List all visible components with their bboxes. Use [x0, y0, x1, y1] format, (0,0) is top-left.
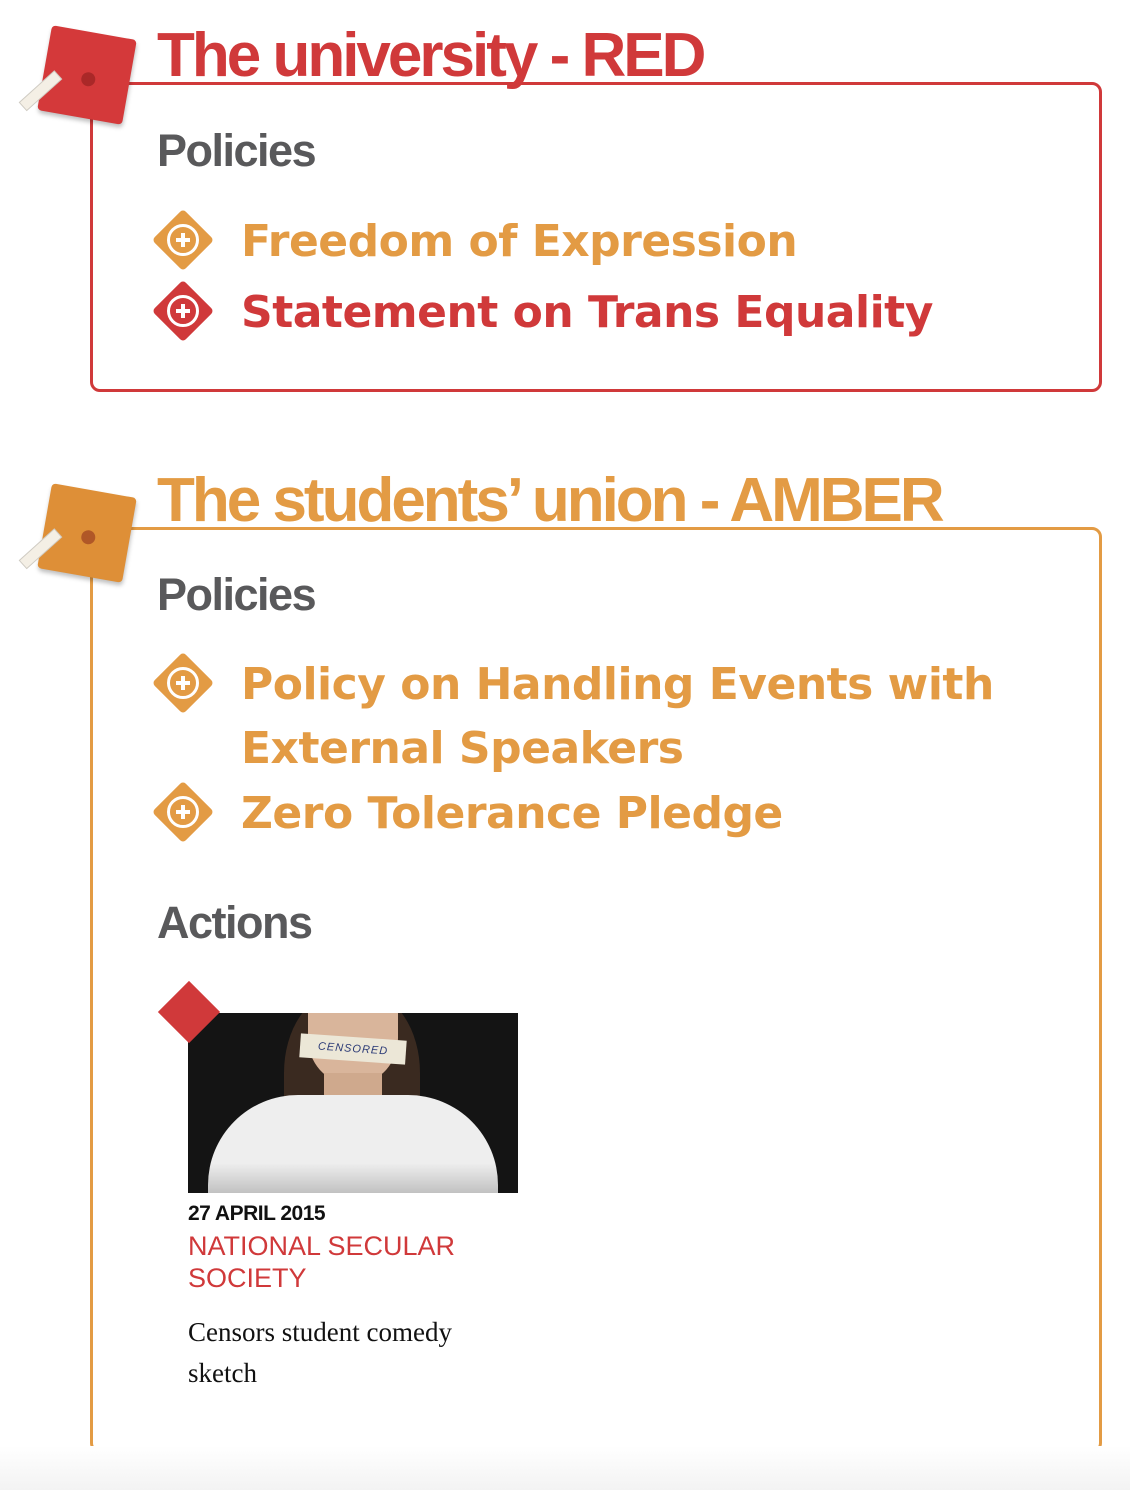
university-title: The university - RED — [157, 21, 706, 90]
graduation-cap-icon — [18, 25, 137, 125]
students-union-title: The students’ union - AMBER — [157, 466, 945, 535]
plus-icon — [167, 295, 199, 327]
plus-icon — [167, 667, 199, 699]
plus-icon — [167, 796, 199, 828]
policy-label: Policy on Handling Events with External … — [241, 659, 994, 774]
university-policies-heading: Policies — [157, 125, 317, 176]
policy-label: Statement on Trans Equality — [241, 287, 933, 338]
policy-label: Freedom of Expression — [241, 216, 798, 267]
action-photo: CENSORED — [188, 1013, 518, 1193]
action-organisation: NATIONAL SECULAR SOCIETY — [188, 1231, 456, 1293]
action-date: 27 APRIL 2015 — [188, 1202, 326, 1225]
students-union-actions-heading: Actions — [157, 897, 313, 948]
graduation-cap-icon — [18, 483, 137, 583]
page-bottom-shade — [0, 1446, 1130, 1490]
students-union-policies-heading: Policies — [157, 569, 317, 620]
university-section: The university - RED Policies Freedom of… — [0, 0, 1130, 400]
plus-icon — [167, 224, 199, 256]
action-description: Censors student comedy sketch — [188, 1317, 452, 1388]
policy-label: Zero Tolerance Pledge — [241, 788, 783, 839]
action-card[interactable]: CENSORED 27 APRIL 2015 NATIONAL SECULAR … — [157, 980, 537, 1400]
students-union-section: The students’ union - AMBER Policies Pol… — [0, 460, 1130, 1460]
